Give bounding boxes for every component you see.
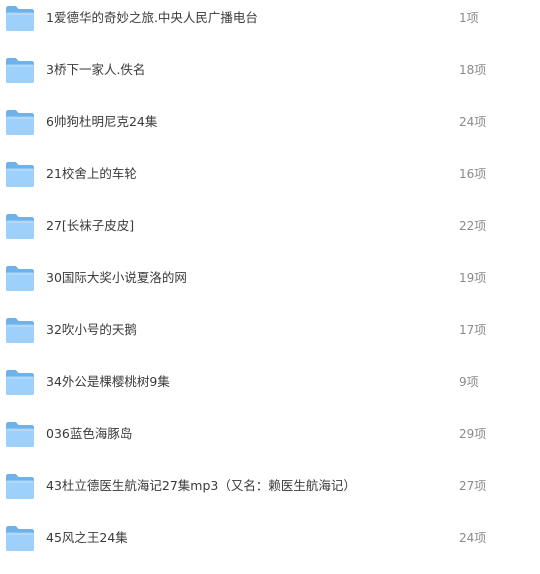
folder-icon <box>6 474 34 499</box>
folder-row[interactable]: 6帅狗杜明尼克24集 24项 <box>0 96 540 148</box>
folder-icon <box>6 370 34 395</box>
folder-item-count: 17项 <box>459 323 487 337</box>
folder-icon <box>6 318 34 343</box>
folder-item-count: 24项 <box>459 115 487 129</box>
folder-item-count: 1项 <box>459 11 479 25</box>
folder-icon <box>6 58 34 83</box>
folder-name: 3桥下一家人.佚名 <box>46 62 146 77</box>
folder-item-count: 9项 <box>459 375 479 389</box>
folder-row[interactable]: 34外公是棵樱桃树9集 9项 <box>0 356 540 408</box>
folder-row[interactable]: 43杜立德医生航海记27集mp3（又名：赖医生航海记） 27项 <box>0 460 540 512</box>
folder-icon <box>6 110 34 135</box>
folder-name: 1爱德华的奇妙之旅.中央人民广播电台 <box>46 10 258 25</box>
folder-name: 036蓝色海豚岛 <box>46 426 133 441</box>
folder-name: 27[长袜子皮皮] <box>46 218 135 233</box>
folder-row[interactable]: 21校舍上的车轮 16项 <box>0 148 540 200</box>
folder-name: 34外公是棵樱桃树9集 <box>46 374 170 389</box>
folder-list: 1爱德华的奇妙之旅.中央人民广播电台 1项 3桥下一家人.佚名 18项 6帅狗杜… <box>0 0 540 574</box>
folder-row[interactable]: 30国际大奖小说夏洛的网 19项 <box>0 252 540 304</box>
folder-row[interactable]: 036蓝色海豚岛 29项 <box>0 408 540 460</box>
folder-item-count: 16项 <box>459 167 487 181</box>
folder-name: 32吹小号的天鹅 <box>46 322 137 337</box>
folder-item-count: 29项 <box>459 427 487 441</box>
folder-row[interactable]: 3桥下一家人.佚名 18项 <box>0 44 540 96</box>
folder-name: 45风之王24集 <box>46 530 128 545</box>
folder-item-count: 22项 <box>459 219 487 233</box>
folder-item-count: 19项 <box>459 271 487 285</box>
folder-icon <box>6 266 34 291</box>
folder-icon <box>6 162 34 187</box>
folder-row[interactable]: 27[长袜子皮皮] 22项 <box>0 200 540 252</box>
folder-row[interactable]: 1爱德华的奇妙之旅.中央人民广播电台 1项 <box>0 0 540 44</box>
folder-icon <box>6 422 34 447</box>
folder-row[interactable]: 45风之王24集 24项 <box>0 512 540 564</box>
folder-icon <box>6 526 34 551</box>
folder-icon <box>6 6 34 31</box>
folder-item-count: 24项 <box>459 531 487 545</box>
folder-name: 21校舍上的车轮 <box>46 166 137 181</box>
folder-name: 43杜立德医生航海记27集mp3（又名：赖医生航海记） <box>46 478 356 493</box>
folder-item-count: 18项 <box>459 63 487 77</box>
folder-name: 6帅狗杜明尼克24集 <box>46 114 158 129</box>
folder-item-count: 27项 <box>459 479 487 493</box>
folder-name: 30国际大奖小说夏洛的网 <box>46 270 187 285</box>
folder-icon <box>6 214 34 239</box>
folder-row[interactable]: 32吹小号的天鹅 17项 <box>0 304 540 356</box>
